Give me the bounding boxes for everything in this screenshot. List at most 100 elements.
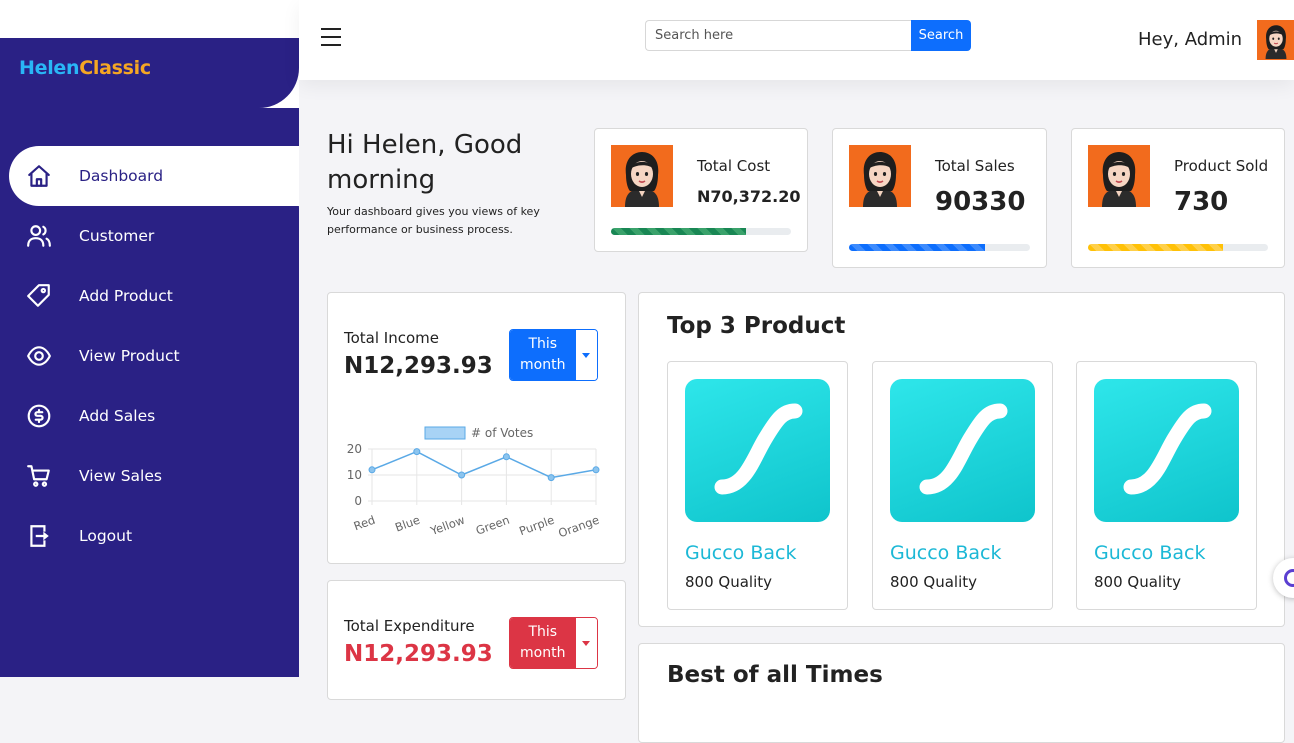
sidebar-item-label: Customer — [79, 227, 155, 245]
avatar[interactable] — [1257, 20, 1294, 60]
sidebar-item-customer[interactable]: Customer — [9, 206, 299, 266]
chart-series-line — [371, 450, 597, 479]
period-button-label[interactable]: This month — [510, 618, 576, 668]
brand-part-2: Classic — [79, 57, 151, 79]
chart-data-point — [368, 466, 376, 474]
chevron-down-icon[interactable] — [575, 330, 597, 380]
chart-data-point — [547, 474, 555, 482]
sidebar-item-dashboard[interactable]: Dashboard — [9, 146, 299, 206]
chart-y-tick-label: 10 — [347, 468, 362, 482]
product-card[interactable]: Gucco Back 800 Quality — [1076, 361, 1257, 610]
stat-title: Total Sales — [935, 157, 1015, 175]
home-icon — [9, 163, 69, 189]
tag-icon — [9, 283, 69, 309]
chart-data-point — [592, 466, 600, 474]
section-title: Top 3 Product — [667, 313, 846, 339]
product-quality: 800 Quality — [890, 573, 977, 591]
product-card[interactable]: Gucco Back 800 Quality — [667, 361, 848, 610]
product-logo-icon — [919, 403, 1008, 495]
best-products-card: Best of all Times — [638, 643, 1285, 743]
product-quality: 800 Quality — [685, 573, 772, 591]
stat-value: N70,372.20 — [697, 187, 801, 206]
progress-fill — [849, 244, 985, 251]
top-products-card: Top 3 Product Gucco Back 800 Quality Guc… — [638, 292, 1285, 627]
sidebar-item-label: Logout — [79, 527, 133, 545]
product-image — [685, 379, 830, 522]
progress-fill — [611, 228, 746, 235]
chart-x-tick-label: Blue — [393, 513, 422, 535]
sidebar-item-label: View Sales — [79, 467, 162, 485]
income-label: Total Income — [344, 329, 439, 347]
sidebar-item-label: Add Product — [79, 287, 173, 305]
income-line-chart: 0 10 20 # of Votes Red Blue Yellow Green Purple O… — [347, 426, 601, 540]
product-logo-icon — [714, 403, 803, 495]
income-value: N12,293.93 — [344, 353, 493, 379]
period-button-label[interactable]: This month — [510, 330, 576, 380]
logout-icon — [9, 523, 69, 549]
cart-icon — [9, 463, 69, 489]
chart-x-tick-label: Yellow — [428, 513, 467, 539]
sidebar-curve-top — [259, 68, 299, 108]
progress-fill — [1088, 244, 1223, 251]
sidebar-item-add-product[interactable]: Add Product — [9, 266, 299, 326]
sidebar-item-label: Dashboard — [79, 167, 164, 185]
brand-part-1: Helen — [19, 57, 80, 79]
avatar-illustration — [1257, 21, 1294, 59]
product-image — [1094, 379, 1239, 522]
sidebar-item-view-product[interactable]: View Product — [9, 326, 299, 386]
expenditure-value: N12,293.93 — [344, 641, 493, 667]
expenditure-card: Total Expenditure N12,293.93 This month — [327, 580, 626, 700]
avatar — [849, 145, 911, 207]
sidebar-top-gap — [0, 0, 299, 38]
user-greeting: Hey, Admin — [1138, 29, 1243, 50]
avatar — [611, 145, 673, 207]
avatar — [1088, 145, 1150, 207]
chevron-down-icon[interactable] — [575, 618, 597, 668]
stat-card-product-sold: Product Sold 730 — [1071, 128, 1285, 268]
sidebar-item-logout[interactable]: Logout — [9, 506, 299, 566]
chart-x-tick-label: Green — [474, 513, 512, 538]
progress-bar — [611, 228, 791, 235]
chart-x-tick-label: Purple — [517, 513, 556, 539]
expenditure-label: Total Expenditure — [344, 617, 475, 635]
chart-legend-label: # of Votes — [471, 426, 533, 440]
income-card: Total Income N12,293.93 This month 0 10 20… — [327, 292, 626, 564]
chart-y-tick-label: 0 — [354, 494, 362, 508]
income-period-dropdown[interactable]: This month — [509, 329, 598, 381]
product-name[interactable]: Gucco Back — [890, 542, 1001, 564]
expenditure-period-dropdown[interactable]: This month — [509, 617, 598, 669]
chart-x-tick-label: Red — [352, 513, 377, 534]
users-icon — [9, 223, 69, 249]
chart-data-point — [502, 453, 510, 461]
topbar: Search Hey, Admin — [299, 0, 1294, 80]
product-quality: 800 Quality — [1094, 573, 1181, 591]
chart-data-point — [458, 471, 466, 479]
progress-bar — [1088, 244, 1268, 251]
chart-data-point — [413, 448, 421, 456]
brand-logo[interactable]: HelenClassic — [19, 57, 151, 79]
stat-card-total-cost: Total Cost N70,372.20 — [594, 128, 808, 252]
search-button[interactable]: Search — [911, 20, 971, 51]
stat-value: 90330 — [935, 187, 1026, 217]
search-input[interactable] — [645, 20, 911, 51]
stat-card-total-sales: Total Sales 90330 — [832, 128, 1047, 268]
eye-icon — [9, 343, 69, 369]
stat-value: 730 — [1174, 187, 1229, 217]
product-image — [890, 379, 1035, 522]
product-logo-icon — [1123, 403, 1212, 495]
section-title: Best of all Times — [667, 662, 883, 688]
sidebar-item-view-sales[interactable]: View Sales — [9, 446, 299, 506]
product-name[interactable]: Gucco Back — [685, 542, 796, 564]
sidebar-item-add-sales[interactable]: Add Sales — [9, 386, 299, 446]
menu-toggle-icon[interactable] — [321, 28, 341, 46]
progress-bar — [849, 244, 1030, 251]
product-card[interactable]: Gucco Back 800 Quality — [872, 361, 1053, 610]
sidebar-item-label: View Product — [79, 347, 180, 365]
chart-legend-swatch — [424, 426, 466, 440]
stat-title: Product Sold — [1174, 157, 1269, 175]
product-name[interactable]: Gucco Back — [1094, 542, 1205, 564]
chart-y-tick-label: 20 — [347, 442, 362, 456]
coin-icon — [9, 403, 69, 429]
stat-title: Total Cost — [697, 157, 771, 175]
search-form: Search — [645, 20, 971, 51]
